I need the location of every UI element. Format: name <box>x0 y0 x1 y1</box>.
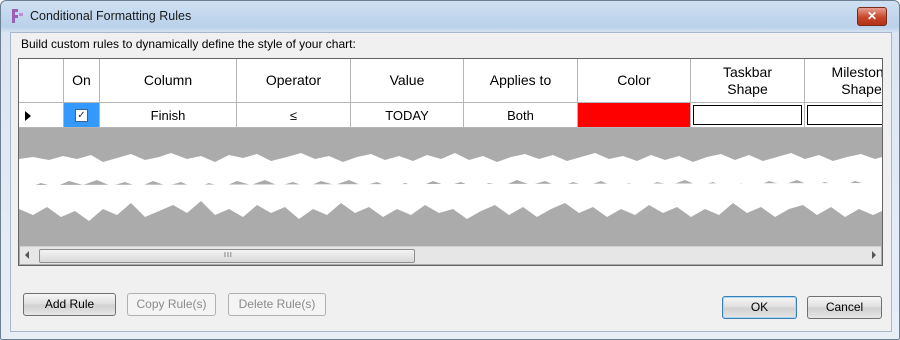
scrollbar-thumb[interactable]: III <box>39 249 415 263</box>
instructions-text: Build custom rules to dynamically define… <box>21 37 356 51</box>
conditional-formatting-dialog: Conditional Formatting Rules ✕ Build cus… <box>0 0 900 340</box>
horizontal-scrollbar[interactable]: III <box>20 246 881 264</box>
delete-rules-button[interactable]: Delete Rule(s) <box>228 293 326 316</box>
ok-button[interactable]: OK <box>722 296 797 319</box>
cancel-button[interactable]: Cancel <box>807 296 882 319</box>
copy-rules-button[interactable]: Copy Rule(s) <box>127 293 216 316</box>
torn-edge-graphic <box>19 153 882 221</box>
dialog-body: Build custom rules to dynamically define… <box>10 32 892 332</box>
thumb-grip: III <box>224 252 233 259</box>
title-bar[interactable]: Conditional Formatting Rules ✕ <box>1 1 899 31</box>
close-button[interactable]: ✕ <box>857 7 887 26</box>
window-title: Conditional Formatting Rules <box>30 9 192 23</box>
app-icon <box>12 9 23 23</box>
scroll-left-arrow-icon[interactable] <box>25 251 29 259</box>
scroll-right-arrow-icon[interactable] <box>872 251 876 259</box>
rules-grid[interactable]: On Column Operator Value Applies to Colo… <box>18 58 883 266</box>
add-rule-button[interactable]: Add Rule <box>23 293 116 316</box>
